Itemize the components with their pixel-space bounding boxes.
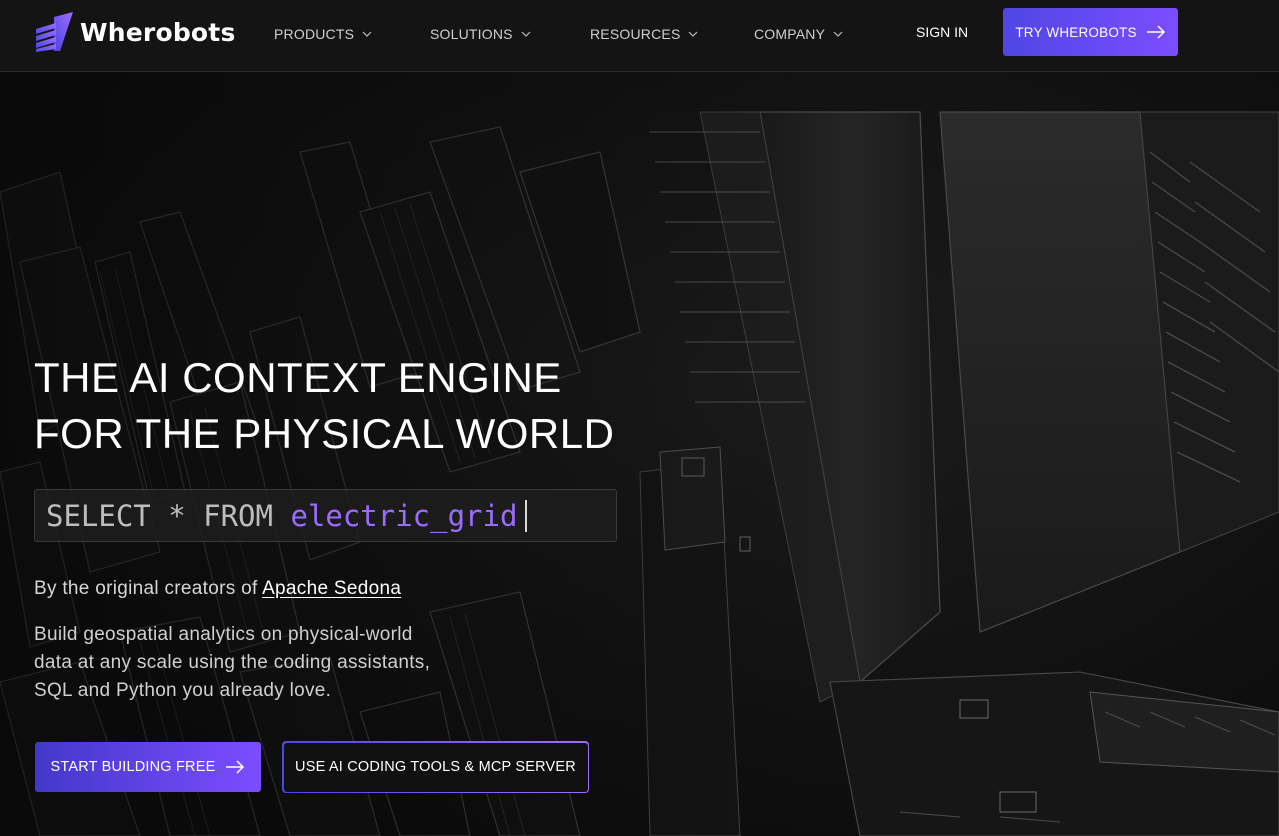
creators-prefix: By the original creators of bbox=[34, 578, 263, 599]
start-building-label: START BUILDING FREE bbox=[50, 759, 216, 775]
brand-name: Wherobots bbox=[80, 17, 236, 47]
nav-label: SOLUTIONS bbox=[430, 26, 513, 42]
description-line: Build geospatial analytics on physical-w… bbox=[34, 624, 413, 645]
sign-in-link[interactable]: SIGN IN bbox=[916, 24, 968, 40]
chevron-down-icon bbox=[833, 31, 843, 37]
ai-coding-tools-button-inner: USE AI CODING TOOLS & MCP SERVER bbox=[283, 742, 588, 792]
ai-coding-tools-button[interactable]: USE AI CODING TOOLS & MCP SERVER bbox=[282, 741, 589, 793]
hero-title-line: FOR THE PHYSICAL WORLD bbox=[34, 410, 615, 457]
hero-title-line: THE AI CONTEXT ENGINE bbox=[34, 354, 562, 401]
text-caret bbox=[525, 499, 528, 532]
arrow-right-icon bbox=[225, 760, 245, 774]
chevron-down-icon bbox=[521, 31, 531, 37]
description-line: SQL and Python you already love. bbox=[34, 680, 332, 701]
nav-company[interactable]: COMPANY bbox=[754, 24, 843, 44]
hero-title: THE AI CONTEXT ENGINE FOR THE PHYSICAL W… bbox=[34, 350, 654, 462]
creators-line: By the original creators of Apache Sedon… bbox=[34, 578, 401, 600]
page: Wherobots PRODUCTS SOLUTIONS RESOURCES C… bbox=[0, 0, 1279, 836]
hero-description: Build geospatial analytics on physical-w… bbox=[34, 621, 494, 705]
nav-label: PRODUCTS bbox=[274, 26, 355, 42]
nav-solutions[interactable]: SOLUTIONS bbox=[430, 24, 531, 44]
chevron-down-icon bbox=[688, 31, 698, 37]
try-wherobots-button[interactable]: TRY WHEROBOTS bbox=[1003, 8, 1178, 56]
apache-sedona-link[interactable]: Apache Sedona bbox=[262, 578, 401, 599]
nav-products[interactable]: PRODUCTS bbox=[274, 24, 372, 44]
ai-coding-tools-label: USE AI CODING TOOLS & MCP SERVER bbox=[295, 759, 576, 775]
site-header: Wherobots PRODUCTS SOLUTIONS RESOURCES C… bbox=[0, 0, 1279, 72]
nav-label: RESOURCES bbox=[590, 26, 681, 42]
brand-logo[interactable]: Wherobots bbox=[34, 12, 236, 52]
arrow-right-icon bbox=[1146, 25, 1166, 39]
nav-resources[interactable]: RESOURCES bbox=[590, 24, 698, 44]
sql-query-display: SELECT * FROM electric_grid bbox=[34, 489, 617, 542]
nav-label: COMPANY bbox=[754, 26, 826, 42]
start-building-free-button[interactable]: START BUILDING FREE bbox=[35, 742, 261, 792]
wherobots-logo-icon bbox=[36, 12, 73, 52]
description-line: data at any scale using the coding assis… bbox=[34, 652, 431, 673]
query-table-name: electric_grid bbox=[290, 498, 518, 533]
query-keywords: SELECT * FROM bbox=[46, 498, 291, 533]
try-wherobots-label: TRY WHEROBOTS bbox=[1015, 24, 1137, 40]
chevron-down-icon bbox=[362, 31, 372, 37]
